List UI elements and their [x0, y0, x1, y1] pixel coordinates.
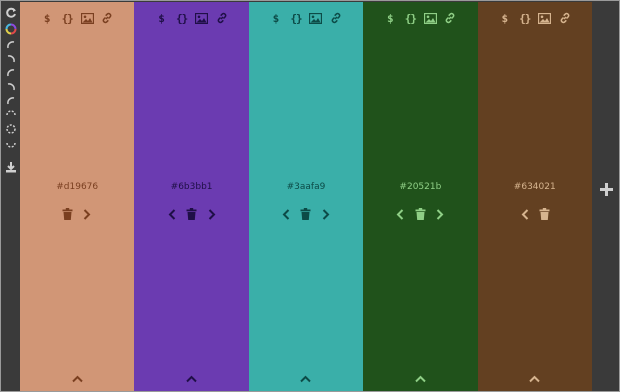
dollar-icon[interactable]: $	[269, 11, 283, 25]
link-icon[interactable]	[215, 11, 229, 25]
arc-icon[interactable]	[2, 52, 20, 66]
right-rail	[592, 2, 619, 391]
braces-icon[interactable]: {}	[518, 11, 532, 25]
arc-icon[interactable]	[2, 136, 20, 150]
trash-icon	[62, 205, 73, 224]
chevron-up-icon	[529, 368, 540, 387]
image-icon[interactable]	[80, 11, 94, 25]
chevron-up-icon	[415, 368, 426, 387]
arc-icon[interactable]	[2, 94, 20, 108]
trash-icon	[300, 205, 311, 224]
dollar-icon[interactable]: $	[155, 11, 169, 25]
chevron-up-icon	[186, 368, 197, 387]
hex-label[interactable]: #3aafa9	[249, 182, 363, 192]
column-actions	[134, 207, 248, 221]
column-toolbar: $ {}	[134, 11, 248, 25]
color-wheel-icon[interactable]	[2, 22, 20, 36]
column-toolbar: $ {}	[249, 11, 363, 25]
expand-button[interactable]	[478, 368, 592, 387]
column-actions	[478, 207, 592, 221]
image-icon[interactable]	[423, 11, 437, 25]
link-icon[interactable]	[100, 11, 114, 25]
arc-icon[interactable]	[2, 122, 20, 136]
link-icon[interactable]	[329, 11, 343, 25]
column-actions	[249, 207, 363, 221]
delete-button[interactable]	[186, 207, 198, 221]
arc-icon[interactable]	[2, 38, 20, 52]
delete-button[interactable]	[61, 207, 73, 221]
trash-icon	[186, 205, 197, 224]
move-right-button[interactable]	[434, 207, 446, 221]
expand-button[interactable]	[20, 368, 134, 387]
delete-button[interactable]	[539, 207, 551, 221]
trash-icon	[415, 205, 426, 224]
chevron-left-icon	[168, 205, 176, 224]
braces-icon[interactable]: {}	[289, 11, 303, 25]
chevron-left-icon	[521, 205, 529, 224]
chevron-up-icon	[300, 368, 312, 387]
image-icon[interactable]	[195, 11, 209, 25]
delete-button[interactable]	[414, 207, 426, 221]
left-toolbar	[2, 2, 20, 391]
dollar-icon[interactable]: $	[498, 11, 512, 25]
braces-icon[interactable]: {}	[175, 11, 189, 25]
hex-label[interactable]: #d19676	[20, 182, 134, 192]
dollar-icon[interactable]: $	[383, 11, 397, 25]
delete-button[interactable]	[300, 207, 312, 221]
move-right-button[interactable]	[320, 207, 332, 221]
add-color-button[interactable]	[599, 182, 613, 196]
trash-icon	[539, 205, 550, 224]
expand-button[interactable]	[134, 368, 248, 387]
move-left-button[interactable]	[166, 207, 178, 221]
expand-button[interactable]	[249, 368, 363, 387]
expand-button[interactable]	[363, 368, 477, 387]
plus-icon	[599, 182, 613, 196]
chevron-left-icon	[396, 205, 404, 224]
braces-icon[interactable]: {}	[403, 11, 417, 25]
dollar-icon[interactable]: $	[40, 11, 54, 25]
column-toolbar: $ {}	[20, 11, 134, 25]
move-right-button[interactable]	[206, 207, 218, 221]
refresh-icon[interactable]	[2, 6, 20, 20]
chevron-right-icon	[83, 205, 91, 224]
color-column: $ {} #20521b	[363, 2, 478, 391]
color-column: $ {} #d19676	[20, 2, 135, 391]
column-actions	[363, 207, 477, 221]
move-left-button[interactable]	[394, 207, 406, 221]
arc-icon[interactable]	[2, 66, 20, 80]
column-toolbar: $ {}	[363, 11, 477, 25]
braces-icon[interactable]: {}	[60, 11, 74, 25]
color-column: $ {} #6b3bb1	[134, 2, 249, 391]
move-right-button[interactable]	[81, 207, 93, 221]
hex-label[interactable]: #6b3bb1	[134, 182, 248, 192]
arc-icon[interactable]	[2, 80, 20, 94]
color-columns: $ {} #d19676 $ {} #6b3bb1 $ {} #3aafa9 $ {} #20521b…	[20, 2, 592, 391]
chevron-right-icon	[436, 205, 444, 224]
color-column: $ {} #634021	[477, 2, 592, 391]
link-icon[interactable]	[558, 11, 572, 25]
image-icon[interactable]	[309, 11, 323, 25]
column-toolbar: $ {}	[478, 11, 592, 25]
move-left-button[interactable]	[280, 207, 292, 221]
column-actions	[20, 207, 134, 221]
move-left-button[interactable]	[519, 207, 531, 221]
hex-label[interactable]: #634021	[478, 182, 592, 192]
chevron-right-icon	[208, 205, 216, 224]
download-icon[interactable]	[2, 160, 20, 174]
chevron-up-icon	[71, 368, 83, 387]
chevron-left-icon	[282, 205, 290, 224]
link-icon[interactable]	[443, 11, 457, 25]
palette-app: $ {} #d19676 $ {} #6b3bb1 $ {} #3aafa9 $ {} #20521b…	[0, 0, 620, 392]
image-icon[interactable]	[538, 11, 552, 25]
chevron-right-icon	[322, 205, 330, 224]
arc-icon[interactable]	[2, 108, 20, 122]
color-column: $ {} #3aafa9	[248, 2, 364, 391]
hex-label[interactable]: #20521b	[363, 182, 477, 192]
